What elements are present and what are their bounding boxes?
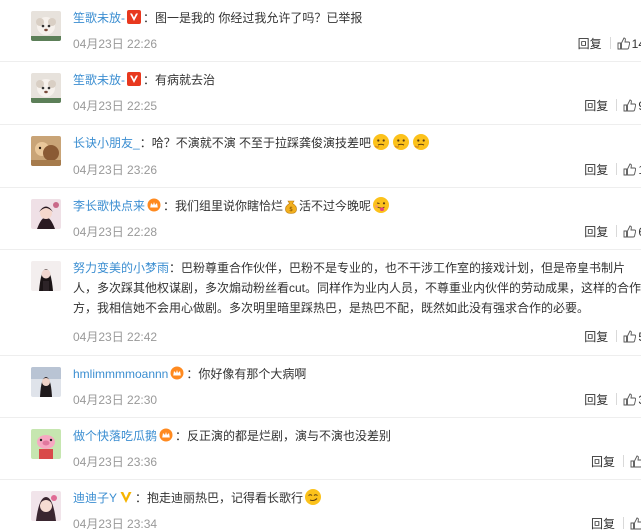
comment-actions: 回复 14 bbox=[578, 36, 641, 52]
comment-item: hmlimmmmoannn：你好像有那个大病啊 04月23日 22:30 回复3 bbox=[0, 356, 641, 418]
comment-username[interactable]: 李长歌快点来 bbox=[73, 199, 145, 213]
comment-username[interactable]: 做个快落吃瓜鹅 bbox=[73, 429, 157, 443]
like-count: 14 bbox=[631, 37, 641, 51]
avatar[interactable] bbox=[31, 429, 61, 459]
comment-content: 笙歌未放- ：图一是我的 你经过我允许了吗？已举报 bbox=[73, 10, 363, 25]
comment-time: 04月23日 22:30 bbox=[73, 393, 158, 407]
thumbs-up-icon[interactable] bbox=[623, 99, 637, 112]
divider bbox=[623, 517, 624, 529]
comment-actions: 回复 bbox=[591, 454, 641, 470]
svg-text:$: $ bbox=[289, 206, 293, 213]
verified-v-icon bbox=[119, 490, 133, 504]
avatar[interactable] bbox=[31, 73, 61, 103]
comment-content: 长诀小朋友_：哈？不演就不演 不至于拉踩龚俊演技差吧 bbox=[73, 133, 641, 153]
reply-button[interactable]: 回复 bbox=[584, 225, 608, 239]
comment-username[interactable]: 努力变美的小梦雨 bbox=[73, 261, 169, 275]
avatar[interactable] bbox=[31, 491, 61, 521]
divider bbox=[623, 455, 624, 467]
comment-item: 笙歌未放- ：图一是我的 你经过我允许了吗？已举报 04月23日 22:26 回复… bbox=[0, 0, 641, 62]
comment-text: 图一是我的 你经过我允许了吗？已举报 bbox=[155, 11, 363, 25]
comment-actions: 回复3 bbox=[584, 392, 641, 408]
avatar[interactable] bbox=[31, 261, 61, 291]
comment-actions: 回复9 bbox=[584, 98, 641, 114]
divider bbox=[616, 393, 618, 405]
reply-button[interactable]: 回复 bbox=[584, 163, 608, 177]
avatar[interactable] bbox=[31, 136, 61, 166]
thumbs-up-icon[interactable] bbox=[623, 163, 637, 176]
fan-crown-icon bbox=[170, 366, 184, 380]
comment-username[interactable]: 笙歌未放- bbox=[73, 11, 125, 25]
comment-item: 努力变美的小梦雨：巴粉尊重合作伙伴，巴粉不是专业的，也不干涉工作室的接戏计划，但… bbox=[0, 250, 641, 356]
fan-crown-icon bbox=[159, 428, 173, 442]
thumbs-up-icon[interactable] bbox=[630, 455, 641, 468]
verified-v-icon bbox=[127, 10, 141, 24]
comment-time: 04月23日 23:34 bbox=[73, 517, 158, 531]
comment-time: 04月23日 22:28 bbox=[73, 225, 158, 239]
reply-button[interactable]: 回复 bbox=[584, 393, 608, 407]
comment-username[interactable]: 长诀小朋友_ bbox=[73, 136, 140, 150]
comment-content: 迪迪子Y ：抱走迪丽热巴，记得看长歌行 bbox=[73, 488, 641, 508]
money-bag-emoji: $ bbox=[284, 198, 298, 214]
thumbs-up-icon[interactable] bbox=[623, 225, 637, 238]
thumbs-up-icon[interactable] bbox=[630, 517, 641, 530]
thumbs-up-icon[interactable] bbox=[623, 393, 637, 406]
comment-time: 04月23日 22:25 bbox=[73, 99, 158, 113]
divider bbox=[616, 330, 618, 342]
comment-username[interactable]: 笙歌未放- bbox=[73, 73, 125, 87]
comment-text: 反正演的都是烂剧，演与不演也没差别 bbox=[187, 429, 392, 443]
reply-button[interactable]: 回复 bbox=[578, 37, 602, 51]
comment-content: 笙歌未放- ：有病就去治 bbox=[73, 72, 216, 87]
comment-username[interactable]: hmlimmmmoannn bbox=[73, 367, 168, 381]
comment-actions: 回复5 bbox=[584, 329, 641, 345]
comment-actions: 回复 bbox=[591, 516, 641, 531]
thumbs-up-icon[interactable] bbox=[623, 330, 637, 343]
verified-v-icon bbox=[127, 72, 141, 86]
divider bbox=[616, 225, 618, 237]
comment-item: 长诀小朋友_：哈？不演就不演 不至于拉踩龚俊演技差吧 04月23日 23:26 … bbox=[0, 125, 641, 188]
comment-text: 抱走迪丽热巴，记得看长歌行 bbox=[147, 491, 304, 505]
comment-content: hmlimmmmoannn ：你好像有那个大病啊 bbox=[73, 366, 307, 381]
comment-list: 笙歌未放- ：图一是我的 你经过我允许了吗？已举报 04月23日 22:26 回复… bbox=[0, 0, 641, 531]
divider bbox=[616, 99, 618, 111]
comment-text: 哈？不演就不演 不至于拉踩龚俊演技差吧 bbox=[151, 136, 372, 150]
comment-content: 李长歌快点来 ：我们组里说你瞎恰烂 $ 活不过今晚呢 bbox=[73, 196, 641, 216]
comment-username[interactable]: 迪迪子Y bbox=[73, 491, 117, 505]
reply-button[interactable]: 回复 bbox=[584, 330, 608, 344]
comment-text-continued: 活不过今晚呢 bbox=[299, 199, 372, 213]
comment-text: 你好像有那个大病啊 bbox=[198, 367, 307, 381]
comment-time: 04月23日 22:26 bbox=[73, 37, 158, 51]
thinking-face-emoji bbox=[392, 133, 410, 151]
comment-actions: 回复1 bbox=[584, 162, 641, 178]
thumbs-up-icon[interactable] bbox=[617, 37, 630, 50]
thinking-face-emoji bbox=[372, 133, 390, 151]
comment-actions: 回复6 bbox=[584, 224, 641, 240]
avatar[interactable] bbox=[31, 367, 61, 397]
fan-crown-icon bbox=[147, 198, 161, 212]
reply-button[interactable]: 回复 bbox=[584, 99, 608, 113]
reply-button[interactable]: 回复 bbox=[591, 517, 615, 531]
avatar[interactable] bbox=[31, 199, 61, 229]
comment-text: 我们组里说你瞎恰烂 bbox=[175, 199, 284, 213]
comment-time: 04月23日 23:26 bbox=[73, 163, 158, 177]
comment-content: 做个快落吃瓜鹅 ：反正演的都是烂剧，演与不演也没差别 bbox=[73, 428, 392, 443]
reply-button[interactable]: 回复 bbox=[591, 455, 615, 469]
avatar[interactable] bbox=[31, 11, 61, 41]
comment-time: 04月23日 22:42 bbox=[73, 330, 158, 344]
comment-time: 04月23日 23:36 bbox=[73, 455, 158, 469]
divider bbox=[609, 37, 611, 49]
smirk-face-emoji bbox=[304, 488, 322, 506]
comment-text: 有病就去治 bbox=[155, 73, 216, 87]
comment-item: 迪迪子Y ：抱走迪丽热巴，记得看长歌行 04月23日 23:34 回复 bbox=[0, 480, 641, 531]
comment-content: 努力变美的小梦雨：巴粉尊重合作伙伴，巴粉不是专业的，也不干涉工作室的接戏计划，但… bbox=[73, 261, 641, 315]
comment-item: 笙歌未放-：有病就去治 04月23日 22:25 回复9 bbox=[0, 62, 641, 125]
divider bbox=[616, 163, 618, 175]
thinking-face-emoji bbox=[412, 133, 430, 151]
comment-item: 做个快落吃瓜鹅 ：反正演的都是烂剧，演与不演也没差别 04月23日 23:36 回… bbox=[0, 418, 641, 480]
comment-item: 李长歌快点来：我们组里说你瞎恰烂$活不过今晚呢 04月23日 22:28 回复6 bbox=[0, 188, 641, 250]
tongue-face-emoji bbox=[372, 196, 390, 214]
